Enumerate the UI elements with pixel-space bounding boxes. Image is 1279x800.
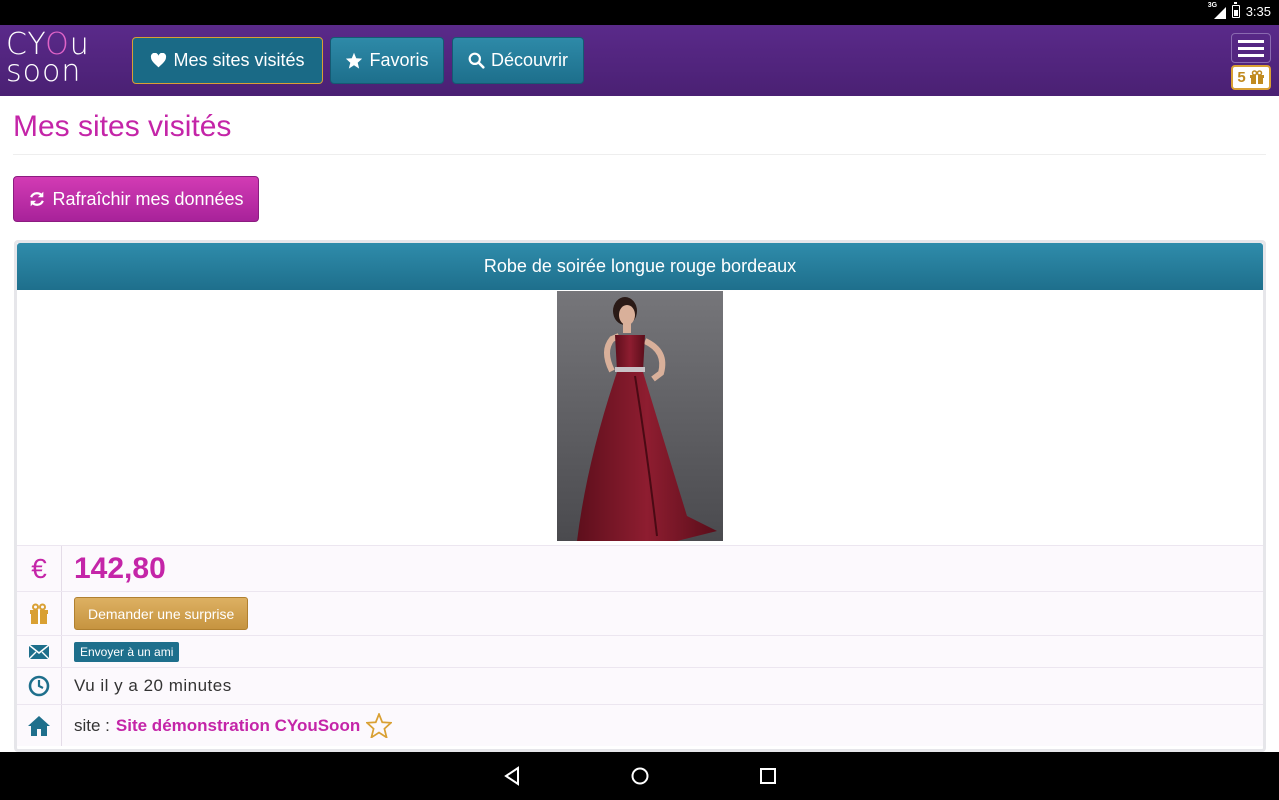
envelope-icon: [29, 644, 49, 659]
home-icon: [28, 715, 50, 736]
back-icon[interactable]: [502, 766, 522, 786]
product-title[interactable]: Robe de soirée longue rouge bordeaux: [17, 243, 1263, 290]
gift-icon: [1249, 70, 1264, 84]
surprise-row: Demander une surprise: [17, 591, 1263, 635]
clock-icon: [28, 675, 50, 697]
product-image[interactable]: [557, 291, 723, 541]
logo[interactable]: CYOu soon: [6, 30, 116, 91]
ask-surprise-button[interactable]: Demander une surprise: [74, 597, 249, 630]
site-row: site : Site démonstration CYouSoon: [17, 704, 1263, 746]
last-seen-text: Vu il y a 20 minutes: [74, 676, 232, 695]
status-bar: 3G 3:35: [0, 0, 1279, 25]
signal-icon: 3G: [1208, 2, 1226, 19]
site-link[interactable]: Site démonstration CYouSoon: [116, 716, 360, 736]
app-header: CYOu soon Mes sites visités Favoris Déco…: [0, 25, 1279, 96]
nav-favoris[interactable]: Favoris: [330, 37, 444, 84]
price-row: € 142,80: [17, 545, 1263, 591]
recents-icon[interactable]: [759, 766, 777, 786]
price-value: 142,80: [74, 551, 166, 585]
product-card: Robe de soirée longue rouge bordeaux € 1…: [14, 240, 1266, 752]
gift-count-badge[interactable]: 5: [1231, 65, 1271, 90]
refresh-icon: [30, 191, 45, 207]
home-circle-icon[interactable]: [630, 766, 650, 786]
hamburger-menu-button[interactable]: [1231, 33, 1271, 63]
page-title: Mes sites visités: [13, 110, 232, 143]
title-divider: [13, 154, 1266, 155]
send-friend-row: Envoyer à un ami: [17, 635, 1263, 667]
heart-icon: [151, 53, 167, 68]
clock: 3:35: [1245, 4, 1271, 19]
nav-decouvrir[interactable]: Découvrir: [452, 37, 584, 84]
euro-icon: €: [31, 552, 47, 584]
battery-icon: [1231, 2, 1240, 18]
star-outline-icon[interactable]: [366, 713, 393, 738]
system-nav-bar: [0, 752, 1279, 800]
seen-row: Vu il y a 20 minutes: [17, 667, 1263, 704]
refresh-button[interactable]: Rafraîchir mes données: [13, 176, 259, 222]
search-icon: [468, 52, 485, 69]
site-label: site :: [74, 715, 110, 735]
nav-mes-sites-visites[interactable]: Mes sites visités: [132, 37, 323, 84]
gift-icon: [30, 603, 48, 624]
star-icon: [346, 52, 363, 69]
send-to-friend-button[interactable]: Envoyer à un ami: [74, 641, 180, 662]
